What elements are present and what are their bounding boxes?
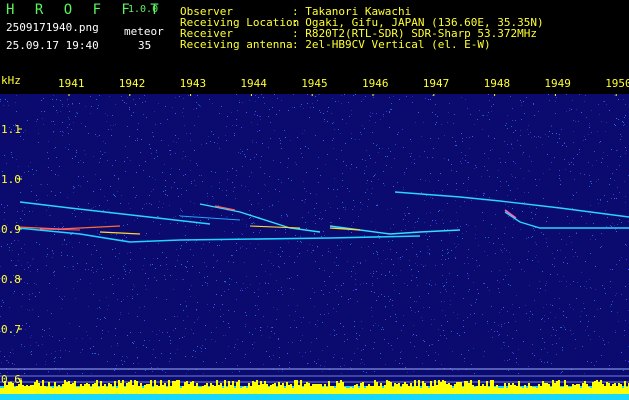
time-tick-1950: 1950: [605, 77, 629, 90]
freq-tick-0.6: 0.6: [1, 373, 21, 386]
time-tick-1945: 1945: [301, 77, 328, 90]
freq-tick-1.1: 1.1: [1, 123, 21, 136]
time-tick-1943: 1943: [179, 77, 207, 90]
meteor-count: 35: [138, 39, 152, 52]
freq-tick-0.8: 0.8: [1, 273, 21, 286]
time-tick-1941: 1941: [58, 77, 85, 90]
filename-label: 2509171940.png: [6, 21, 99, 34]
time-tick-1944: 1944: [240, 77, 267, 90]
time-tick-1946: 1946: [362, 77, 389, 90]
datetime-label: 25.09.17 19:40: [6, 39, 99, 52]
time-tick-1942: 1942: [118, 77, 146, 90]
antenna-value: : 2el-HB9CV Vertical (el. E-W): [292, 38, 491, 51]
time-tick-1948: 1948: [483, 77, 511, 90]
spectrogram: [0, 76, 629, 400]
app-version: 1.0.0: [128, 4, 159, 15]
meteor-label: meteor: [124, 25, 164, 38]
antenna-label: Receiving antenna: [180, 38, 293, 51]
header-panel: H R O F F T 1.0.0 2509171940.png 25.09.1…: [0, 0, 629, 76]
freq-tick-1.0: 1.0: [1, 173, 21, 186]
freq-tick-0.7: 0.7: [1, 323, 21, 336]
unit-label: kHz: [1, 74, 21, 87]
time-tick-1947: 1947: [422, 77, 450, 90]
time-tick-1949: 1949: [544, 77, 571, 90]
freq-tick-0.9: 0.9: [1, 223, 21, 236]
